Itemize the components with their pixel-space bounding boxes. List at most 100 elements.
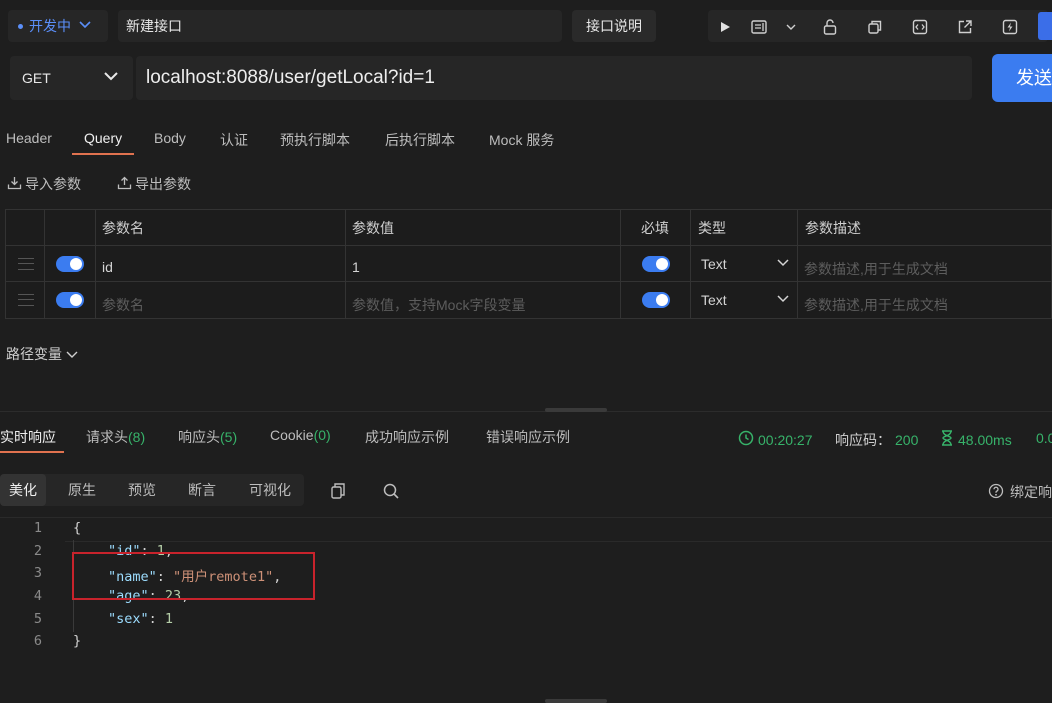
send-button[interactable]: 发送: [992, 54, 1052, 102]
params-table: 参数名 参数值 必填 类型 参数描述 id 1 Text 参数描述,用于生成文档…: [5, 209, 1052, 319]
column-header-type: 类型: [698, 220, 726, 236]
view-mode-pretty[interactable]: 美化: [0, 474, 46, 506]
hourglass-icon: [940, 430, 954, 449]
code-line: {: [73, 520, 82, 536]
path-variables-toggle[interactable]: 路径变量: [6, 344, 78, 364]
tab-response-headers[interactable]: 响应头(5): [178, 427, 237, 447]
param-type-select[interactable]: Text: [701, 256, 727, 272]
chevron-down-icon: [79, 20, 91, 32]
api-doc-button[interactable]: 接口说明: [572, 10, 656, 42]
response-time: 00:20:27: [738, 430, 813, 449]
chevron-down-icon: [66, 346, 78, 362]
bind-response-button[interactable]: 绑定响: [988, 482, 1052, 502]
param-name-field[interactable]: 参数名: [102, 295, 144, 315]
param-enable-toggle[interactable]: [56, 292, 84, 308]
tab-realtime-response[interactable]: 实时响应: [0, 427, 56, 447]
line-number: 6: [33, 633, 42, 649]
panel-divider: [0, 411, 1052, 412]
view-mode-assert[interactable]: 断言: [178, 474, 226, 506]
code-icon[interactable]: [905, 10, 935, 42]
clock-icon: [738, 430, 754, 449]
export-params-label: 导出参数: [135, 176, 191, 192]
response-code-label: 响应码：: [835, 432, 891, 448]
drag-handle-icon[interactable]: [18, 258, 34, 270]
line-number: 3: [33, 565, 42, 581]
tab-cookie[interactable]: Cookie(0): [270, 427, 331, 443]
active-tab-indicator: [72, 153, 134, 155]
response-size: 0.0: [1036, 430, 1052, 446]
param-desc-field[interactable]: 参数描述,用于生成文档: [804, 259, 948, 279]
copy-icon[interactable]: [860, 10, 890, 42]
column-header-required: 必填: [641, 220, 669, 236]
code-line: "sex": 1: [108, 611, 174, 627]
doc-icon[interactable]: [744, 10, 774, 42]
chevron-down-icon[interactable]: [776, 10, 806, 42]
side-panel-toggle[interactable]: [1038, 12, 1052, 40]
column-header-desc: 参数描述: [805, 220, 861, 236]
param-type-select[interactable]: Text: [701, 292, 727, 308]
panel-resize-handle[interactable]: [545, 408, 607, 412]
bind-response-label: 绑定响: [1010, 484, 1052, 500]
tab-auth[interactable]: 认证: [220, 130, 248, 150]
param-name-field[interactable]: id: [102, 259, 113, 275]
code-line: }: [73, 633, 82, 649]
param-value-field[interactable]: 1: [352, 259, 360, 275]
view-mode-raw[interactable]: 原生: [58, 474, 106, 506]
chevron-down-icon[interactable]: [777, 292, 789, 306]
url-input[interactable]: localhost:8088/user/getLocal?id=1: [136, 56, 972, 100]
param-required-toggle[interactable]: [642, 256, 670, 272]
tab-error-example[interactable]: 错误响应示例: [486, 427, 570, 447]
param-required-toggle[interactable]: [642, 292, 670, 308]
copy-icon[interactable]: [330, 482, 346, 500]
response-duration: 48.00ms: [940, 430, 1012, 449]
method-label: GET: [22, 70, 51, 86]
share-icon[interactable]: [950, 10, 980, 42]
response-code-value: 200: [895, 432, 919, 448]
tab-body[interactable]: Body: [154, 130, 186, 146]
param-enable-toggle[interactable]: [56, 256, 84, 272]
line-number: 1: [33, 520, 42, 536]
highlight-box: [72, 552, 315, 600]
download-icon: [7, 176, 22, 193]
method-select[interactable]: GET: [10, 56, 133, 100]
response-duration-value: 48.00ms: [958, 431, 1012, 448]
chevron-down-icon[interactable]: [777, 256, 789, 270]
environment-selector[interactable]: 开发中: [8, 10, 108, 42]
tab-mock-service[interactable]: Mock 服务: [489, 130, 554, 150]
line-number: 5: [33, 611, 42, 627]
unlock-icon[interactable]: [815, 10, 845, 42]
tab-pre-script[interactable]: 预执行脚本: [280, 130, 350, 150]
tab-success-example[interactable]: 成功响应示例: [365, 427, 449, 447]
play-icon[interactable]: [710, 10, 740, 42]
column-header-name: 参数名: [102, 220, 144, 236]
help-icon: [988, 483, 1004, 502]
view-mode-switch: 美化 原生 预览 断言 可视化: [0, 474, 304, 506]
active-tab-indicator: [0, 451, 64, 453]
tab-request-headers[interactable]: 请求头(8): [86, 427, 145, 447]
upload-icon: [117, 176, 132, 193]
tab-header[interactable]: Header: [6, 130, 52, 146]
response-time-value: 00:20:27: [758, 431, 813, 448]
param-value-field[interactable]: 参数值，支持Mock字段变量: [352, 295, 525, 315]
env-status-dot: [18, 23, 23, 29]
api-name-input[interactable]: 新建接口: [118, 10, 562, 42]
import-params-label: 导入参数: [25, 176, 81, 192]
env-label: 开发中: [29, 18, 71, 34]
flash-icon[interactable]: [995, 10, 1025, 42]
panel-resize-handle[interactable]: [545, 699, 607, 703]
code-view-border: [0, 517, 1052, 518]
search-icon[interactable]: [382, 482, 400, 500]
import-params-button[interactable]: 导入参数: [7, 174, 81, 194]
view-mode-preview[interactable]: 预览: [118, 474, 166, 506]
chevron-down-icon: [103, 68, 119, 84]
line-number: 2: [33, 543, 42, 559]
param-desc-field[interactable]: 参数描述,用于生成文档: [804, 295, 948, 315]
toolbar: [708, 10, 1048, 42]
export-params-button[interactable]: 导出参数: [117, 174, 191, 194]
view-mode-visualize[interactable]: 可视化: [238, 474, 302, 506]
tab-query[interactable]: Query: [84, 130, 122, 146]
tab-post-script[interactable]: 后执行脚本: [385, 130, 455, 150]
drag-handle-icon[interactable]: [18, 294, 34, 306]
response-code: 响应码： 200: [835, 430, 918, 450]
line-number: 4: [33, 588, 42, 604]
